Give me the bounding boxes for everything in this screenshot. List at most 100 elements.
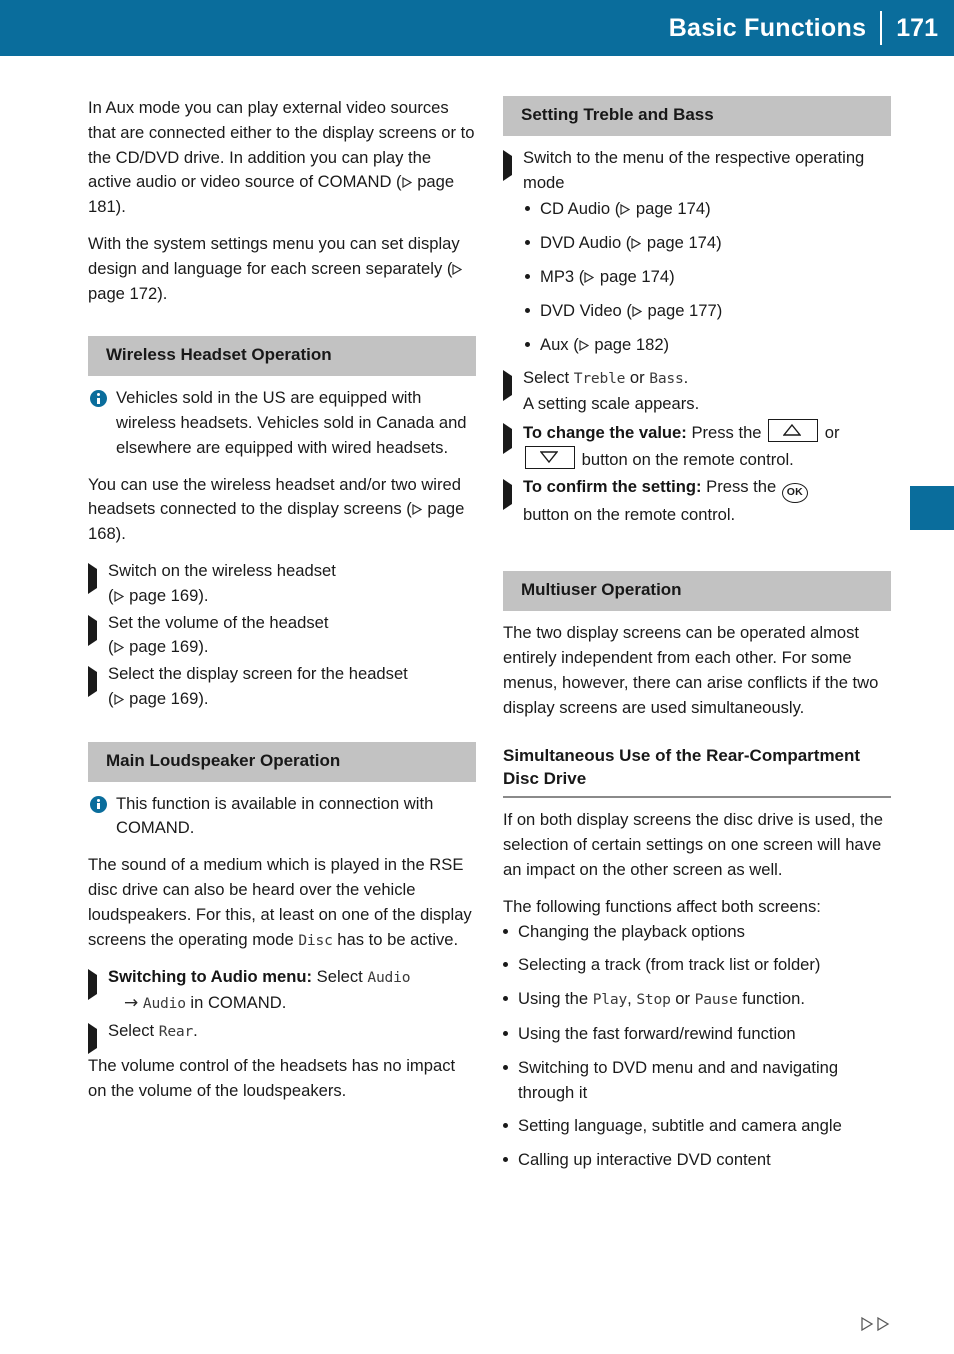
step-text: Select — [523, 368, 574, 388]
step-subtext: A setting scale appears. — [523, 394, 700, 414]
list-item-pre: Using the — [518, 989, 593, 1009]
section-heading-wireless-headset: Wireless Headset Operation — [88, 336, 476, 377]
step-switch-on-headset: Switch on the wireless headset ( page 16… — [88, 559, 476, 609]
list-item-body: Using the Play, Stop or Pause function. — [518, 987, 891, 1013]
list-item-body: Aux ( page 182) — [540, 333, 891, 358]
list-item: Aux ( page 182) — [525, 333, 891, 358]
list-item-label: Aux ( — [540, 334, 579, 354]
list-item: Using the Play, Stop or Pause function. — [503, 987, 891, 1013]
double-triangle-icon — [860, 1316, 874, 1337]
dot-bullet-icon — [503, 953, 518, 978]
solid-triangle-bullet-icon — [88, 559, 108, 609]
step-text-1: Press the — [686, 422, 767, 442]
step-text: Set the volume of the headset — [108, 612, 329, 632]
list-item-label: MP3 ( — [540, 266, 585, 286]
right-arrow-icon: → — [124, 993, 139, 1014]
step-label: Switching to Audio menu: — [108, 967, 313, 987]
dot-bullet-icon — [525, 299, 540, 324]
solid-triangle-bullet-icon — [88, 965, 108, 1017]
list-item-ref: page 177) — [642, 300, 723, 320]
solid-triangle-bullet-icon — [503, 475, 523, 528]
dot-bullet-icon — [503, 987, 518, 1013]
list-item: MP3 ( page 174) — [525, 265, 891, 290]
note-loudspeaker: This function is available in connection… — [88, 792, 476, 842]
loudspeaker-paragraph: The sound of a medium which is played in… — [88, 853, 476, 953]
solid-triangle-bullet-icon — [503, 146, 523, 196]
menu-rear-value: Rear — [158, 1022, 194, 1040]
footer-continuation-arrows — [860, 1316, 890, 1337]
list-item-label: Changing the playback options — [518, 921, 745, 941]
list-item-label: Selecting a track (from track list or fo… — [518, 955, 821, 975]
step-body: Select Treble or Bass. A setting scale a… — [523, 366, 891, 417]
step-select-treble-bass: Select Treble or Bass. A setting scale a… — [503, 366, 891, 417]
step-tail: in COMAND. — [185, 993, 287, 1013]
list-item: Switching to DVD menu and and navigating… — [503, 1056, 891, 1106]
page-reference-triangle-icon — [584, 271, 595, 283]
menu-audio-value: Audio — [367, 969, 411, 987]
section-heading-multiuser-operation: Multiuser Operation — [503, 571, 891, 612]
solid-triangle-bullet-icon — [503, 366, 523, 417]
list-item: DVD Video ( page 177) — [525, 299, 891, 324]
step-body: To confirm the setting: Press the OK but… — [523, 475, 891, 528]
step-text-2: button on the remote control. — [523, 504, 736, 524]
multiuser-paragraph: The two display screens can be operated … — [503, 623, 879, 717]
solid-triangle-bullet-icon — [88, 611, 108, 661]
section-heading-main-loudspeaker: Main Loudspeaker Operation — [88, 741, 476, 782]
up-arrow-key-icon[interactable] — [768, 418, 819, 442]
double-triangle-icon — [876, 1316, 890, 1337]
info-icon — [90, 795, 107, 813]
list-item-post: function. — [737, 989, 805, 1009]
note-loudspeaker-text: This function is available in connection… — [116, 793, 434, 838]
down-arrow-key-icon[interactable] — [525, 445, 575, 469]
dot-bullet-icon — [503, 1056, 518, 1106]
list-item-label: Setting language, subtitle and camera an… — [518, 1116, 842, 1136]
step-select-display-screen: Select the display screen for the headse… — [88, 662, 476, 712]
right-column: Setting Treble and Bass Switch to the me… — [503, 96, 891, 1182]
section-tab-marker — [910, 486, 954, 530]
step-change-value: To change the value: Press the or button… — [503, 418, 891, 473]
list-item-mid-1: , — [627, 989, 637, 1009]
menu-treble-value: Treble — [573, 370, 626, 388]
step-select-rear: Select Rear. — [88, 1019, 476, 1054]
page-title: Basic Functions — [668, 13, 867, 42]
wireless-text: You can use the wireless headset and/or … — [88, 474, 461, 519]
dot-bullet-icon — [503, 1114, 518, 1139]
page-reference-triangle-icon — [412, 503, 423, 516]
dot-bullet-icon — [503, 920, 518, 945]
list-item-label: Calling up interactive DVD content — [518, 1150, 771, 1170]
step-text-1: Press the — [701, 476, 781, 496]
step-text: Select — [312, 967, 368, 987]
list-item: Using the fast forward/rewind function — [503, 1022, 891, 1047]
loudspeaker-text-2: has to be active. — [332, 929, 459, 949]
dot-bullet-icon — [525, 197, 540, 222]
section-heading-setting-treble-bass: Setting Treble and Bass — [503, 96, 891, 136]
dot-bullet-icon — [525, 333, 540, 358]
dot-bullet-icon — [503, 1022, 518, 1047]
settings-page-ref: page 172). — [88, 283, 168, 303]
list-item-ref: page 182) — [589, 334, 670, 354]
list-item-ref: page 174) — [631, 199, 711, 219]
page-number: 171 — [896, 13, 938, 42]
step-text: Switch on the wireless headset — [108, 560, 336, 580]
page-reference-triangle-icon — [632, 305, 643, 317]
page-reference-triangle-icon — [401, 176, 413, 189]
solid-triangle-bullet-icon — [88, 1019, 108, 1054]
list-item-body: DVD Audio ( page 174) — [540, 231, 891, 256]
step-switching-to-audio-menu: Switching to Audio menu: Select Audio → … — [88, 965, 476, 1017]
dot-bullet-icon — [525, 265, 540, 290]
settings-text: With the system settings menu you can se… — [88, 233, 460, 278]
page-reference-triangle-icon — [631, 237, 642, 250]
menu-bass-value: Bass — [649, 370, 684, 388]
list-item-label: DVD Video ( — [540, 300, 632, 320]
list-item-ref: page 174) — [642, 233, 722, 253]
wireless-paragraph: You can use the wireless headset and/or … — [88, 473, 476, 547]
list-item-label: CD Audio ( — [540, 199, 621, 219]
list-item-body: MP3 ( page 174) — [540, 265, 891, 290]
step-switch-menu: Switch to the menu of the respective ope… — [503, 146, 891, 196]
ok-key-icon[interactable]: OK — [781, 482, 808, 503]
step-label: To change the value: — [523, 422, 687, 442]
step-page-ref: page 169). — [124, 585, 209, 605]
page-reference-triangle-icon — [113, 590, 125, 602]
menu-play-value: Play — [592, 991, 628, 1009]
page-reference-triangle-icon — [620, 203, 631, 216]
